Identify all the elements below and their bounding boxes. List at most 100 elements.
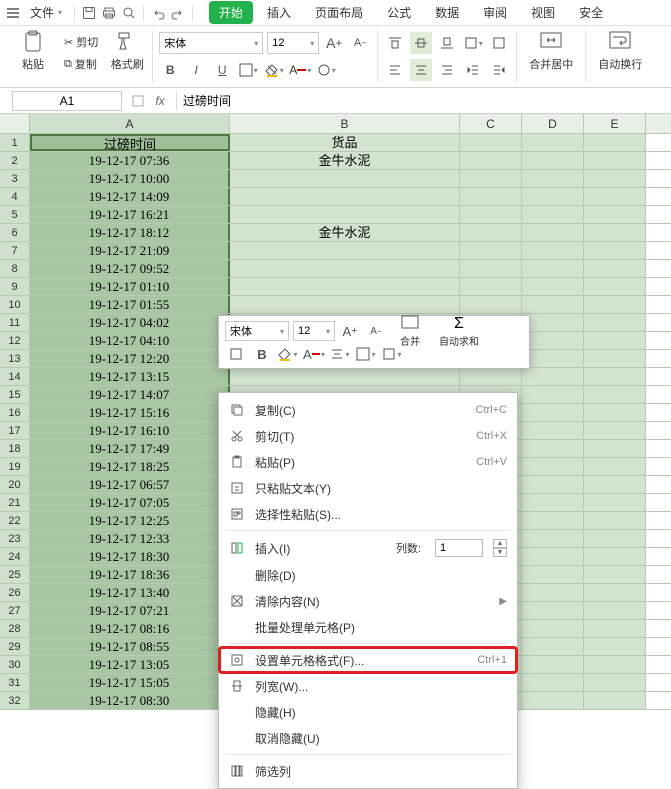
menu-item[interactable]: 设置单元格格式(F)...Ctrl+1 bbox=[219, 647, 517, 673]
row-header[interactable]: 8 bbox=[0, 260, 30, 277]
cell[interactable]: 19-12-17 13:15 bbox=[30, 368, 230, 385]
cell[interactable] bbox=[522, 260, 584, 277]
menu-item[interactable]: 复制(C)Ctrl+C bbox=[219, 397, 517, 423]
cell[interactable] bbox=[522, 566, 584, 583]
cell[interactable] bbox=[460, 134, 522, 151]
cell[interactable]: 19-12-17 01:55 bbox=[30, 296, 230, 313]
copy-button[interactable]: ⧉ 复制 bbox=[60, 54, 102, 74]
cell[interactable] bbox=[522, 530, 584, 547]
cell[interactable] bbox=[460, 224, 522, 241]
cell[interactable] bbox=[584, 422, 646, 439]
cell[interactable] bbox=[522, 170, 584, 187]
cell[interactable] bbox=[230, 170, 460, 187]
row-header[interactable]: 26 bbox=[0, 584, 30, 601]
row-header[interactable]: 6 bbox=[0, 224, 30, 241]
cell[interactable] bbox=[584, 260, 646, 277]
cell[interactable] bbox=[522, 314, 584, 331]
cell[interactable] bbox=[584, 206, 646, 223]
align-bottom-button[interactable] bbox=[436, 32, 458, 54]
cell[interactable] bbox=[460, 368, 522, 385]
tab-插入[interactable]: 插入 bbox=[257, 1, 301, 24]
align-center-button[interactable] bbox=[410, 59, 432, 81]
cell[interactable]: 19-12-17 13:05 bbox=[30, 656, 230, 673]
col-header-E[interactable]: E bbox=[584, 114, 646, 133]
cell[interactable] bbox=[584, 566, 646, 583]
format-painter-button[interactable]: 格式刷 bbox=[108, 30, 146, 74]
cell[interactable]: 19-12-17 07:36 bbox=[30, 152, 230, 169]
cell[interactable] bbox=[230, 242, 460, 259]
cell[interactable] bbox=[460, 296, 522, 313]
spinner[interactable]: ▲▼ bbox=[493, 539, 507, 557]
cell[interactable] bbox=[584, 656, 646, 673]
cell[interactable] bbox=[584, 314, 646, 331]
border-button[interactable]: ▾ bbox=[237, 59, 259, 81]
cell[interactable] bbox=[584, 278, 646, 295]
menu-item[interactable]: 剪切(T)Ctrl+X bbox=[219, 423, 517, 449]
cell[interactable] bbox=[522, 584, 584, 601]
cell[interactable] bbox=[584, 530, 646, 547]
menu-item[interactable]: 隐藏(H) bbox=[219, 699, 517, 725]
redo-icon[interactable] bbox=[170, 5, 186, 21]
decrease-font-icon[interactable]: A− bbox=[349, 32, 371, 54]
formula-input[interactable] bbox=[176, 91, 671, 111]
cell[interactable]: 19-12-17 18:36 bbox=[30, 566, 230, 583]
cell[interactable] bbox=[584, 512, 646, 529]
row-header[interactable]: 3 bbox=[0, 170, 30, 187]
font-size-select[interactable]: 12▾ bbox=[267, 32, 319, 54]
cell[interactable]: 19-12-17 04:10 bbox=[30, 332, 230, 349]
col-header-C[interactable]: C bbox=[460, 114, 522, 133]
row-header[interactable]: 28 bbox=[0, 620, 30, 637]
cell[interactable] bbox=[584, 692, 646, 709]
cell[interactable] bbox=[230, 296, 460, 313]
row-header[interactable]: 7 bbox=[0, 242, 30, 259]
tab-公式[interactable]: 公式 bbox=[377, 1, 421, 24]
row-header[interactable]: 9 bbox=[0, 278, 30, 295]
save-icon[interactable] bbox=[81, 5, 97, 21]
row-header[interactable]: 18 bbox=[0, 440, 30, 457]
cell[interactable] bbox=[522, 332, 584, 349]
cell[interactable] bbox=[584, 674, 646, 691]
cell[interactable] bbox=[584, 242, 646, 259]
cell[interactable] bbox=[584, 440, 646, 457]
mini-format-button[interactable]: ▾ bbox=[381, 344, 403, 364]
phonetic-button[interactable]: ▾ bbox=[315, 59, 337, 81]
cell[interactable] bbox=[584, 602, 646, 619]
mini-border-button[interactable]: ▾ bbox=[355, 344, 377, 364]
cell[interactable] bbox=[522, 296, 584, 313]
cell[interactable]: 19-12-17 17:49 bbox=[30, 440, 230, 457]
cell[interactable] bbox=[460, 188, 522, 205]
cell[interactable]: 货品 bbox=[230, 134, 460, 151]
cell[interactable] bbox=[584, 224, 646, 241]
wrap-text-button[interactable]: 自动换行 bbox=[592, 30, 648, 72]
cell[interactable] bbox=[522, 458, 584, 475]
mini-bold-button[interactable]: B bbox=[251, 344, 273, 364]
row-header[interactable]: 1 bbox=[0, 134, 30, 151]
line-wrap-button[interactable] bbox=[488, 32, 510, 54]
cell[interactable] bbox=[522, 404, 584, 421]
cell[interactable]: 19-12-17 15:05 bbox=[30, 674, 230, 691]
hamburger-icon[interactable] bbox=[6, 6, 20, 20]
row-header[interactable]: 19 bbox=[0, 458, 30, 475]
cell[interactable] bbox=[522, 494, 584, 511]
row-header[interactable]: 30 bbox=[0, 656, 30, 673]
menu-item[interactable]: 选择性粘贴(S)... bbox=[219, 501, 517, 527]
menu-item[interactable]: 筛选列 bbox=[219, 758, 517, 784]
undo-icon[interactable] bbox=[150, 5, 166, 21]
cell[interactable]: 19-12-17 18:25 bbox=[30, 458, 230, 475]
cell[interactable]: 19-12-17 01:10 bbox=[30, 278, 230, 295]
row-header[interactable]: 10 bbox=[0, 296, 30, 313]
cell[interactable]: 19-12-17 16:10 bbox=[30, 422, 230, 439]
cell[interactable] bbox=[522, 638, 584, 655]
row-header[interactable]: 20 bbox=[0, 476, 30, 493]
cell[interactable]: 19-12-17 12:33 bbox=[30, 530, 230, 547]
cell[interactable] bbox=[584, 476, 646, 493]
paste-button[interactable]: 粘贴 bbox=[12, 30, 54, 74]
cell[interactable] bbox=[522, 188, 584, 205]
cell[interactable] bbox=[584, 620, 646, 637]
row-header[interactable]: 24 bbox=[0, 548, 30, 565]
cell[interactable] bbox=[522, 350, 584, 367]
cell[interactable] bbox=[584, 584, 646, 601]
cell[interactable] bbox=[522, 422, 584, 439]
mini-size-select[interactable]: 12▾ bbox=[293, 321, 335, 341]
row-header[interactable]: 5 bbox=[0, 206, 30, 223]
